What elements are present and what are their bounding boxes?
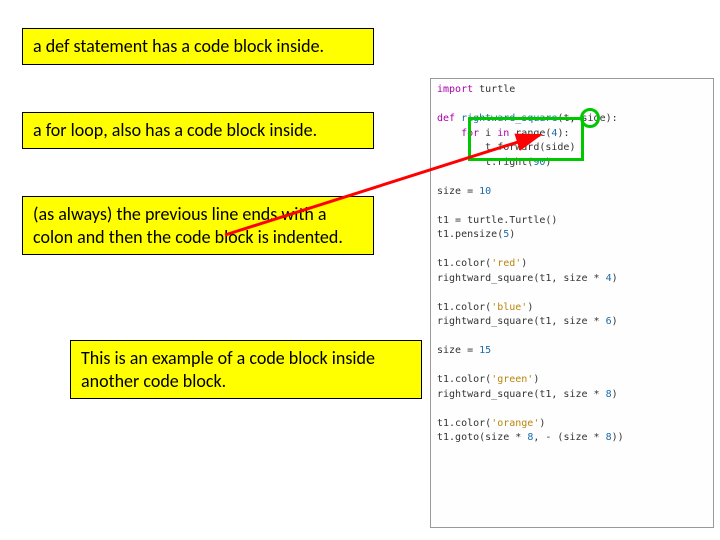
code-str: 'blue' <box>491 302 527 313</box>
code-txt: t1.color( <box>437 418 491 429</box>
code-txt: )) <box>612 432 624 443</box>
annotation-text: a def statement has a code block inside. <box>33 35 324 57</box>
code-txt: ) <box>539 418 545 429</box>
code-txt: rightward_square(t1, size * <box>437 273 606 284</box>
code-txt: rightward_square(t1, size * <box>437 316 606 327</box>
code-txt: t1 = turtle.Turtle() <box>437 215 557 226</box>
code-txt: t1.color( <box>437 302 491 313</box>
code-kw: for <box>437 128 479 139</box>
code-txt: ): <box>557 128 569 139</box>
code-txt: t1.color( <box>437 258 491 269</box>
code-txt: ) <box>612 273 618 284</box>
code-txt: ) <box>612 389 618 400</box>
annotation-for: a for loop, also has a code block inside… <box>22 112 374 149</box>
code-str: 'orange' <box>491 418 539 429</box>
code-lit: 15 <box>479 345 491 356</box>
code-txt: t1.goto(size * <box>437 432 527 443</box>
code-txt: ) <box>521 258 527 269</box>
code-lit: 90 <box>533 157 545 168</box>
code-txt: i <box>479 128 497 139</box>
code-fn: rightward_square <box>455 113 557 124</box>
code-listing: import turtle def rightward_square(t, si… <box>430 78 714 528</box>
code-txt: turtle <box>473 84 515 95</box>
annotation-colon: (as always) the previous line ends with … <box>22 196 374 255</box>
code-txt: ) <box>527 302 533 313</box>
code-txt: ) <box>533 374 539 385</box>
code-str: 'red' <box>491 258 521 269</box>
code-str: 'green' <box>491 374 533 385</box>
code-txt: , - (size * <box>533 432 605 443</box>
code-txt: size = <box>437 345 479 356</box>
annotation-def: a def statement has a code block inside. <box>22 28 374 65</box>
annotation-text: (as always) the previous line ends with … <box>33 203 343 248</box>
code-txt: t.forward(side) <box>437 142 575 153</box>
code-txt: ) <box>509 229 515 240</box>
code-txt: t1.color( <box>437 374 491 385</box>
annotation-nested: This is an example of a code block insid… <box>70 340 422 399</box>
code-kw: in <box>497 128 509 139</box>
highlight-circle-colon <box>580 108 600 128</box>
code-txt: ) <box>612 316 618 327</box>
code-txt: t1.pensize( <box>437 229 503 240</box>
code-txt: rightward_square(t1, size * <box>437 389 606 400</box>
code-lit: 10 <box>479 186 491 197</box>
code-kw: import <box>437 84 473 95</box>
annotation-text: a for loop, also has a code block inside… <box>33 119 317 141</box>
code-txt: size = <box>437 186 479 197</box>
annotation-text: This is an example of a code block insid… <box>81 347 375 392</box>
code-txt: ) <box>545 157 551 168</box>
code-txt: range( <box>509 128 551 139</box>
code-kw: def <box>437 113 455 124</box>
code-txt: t.right( <box>437 157 533 168</box>
